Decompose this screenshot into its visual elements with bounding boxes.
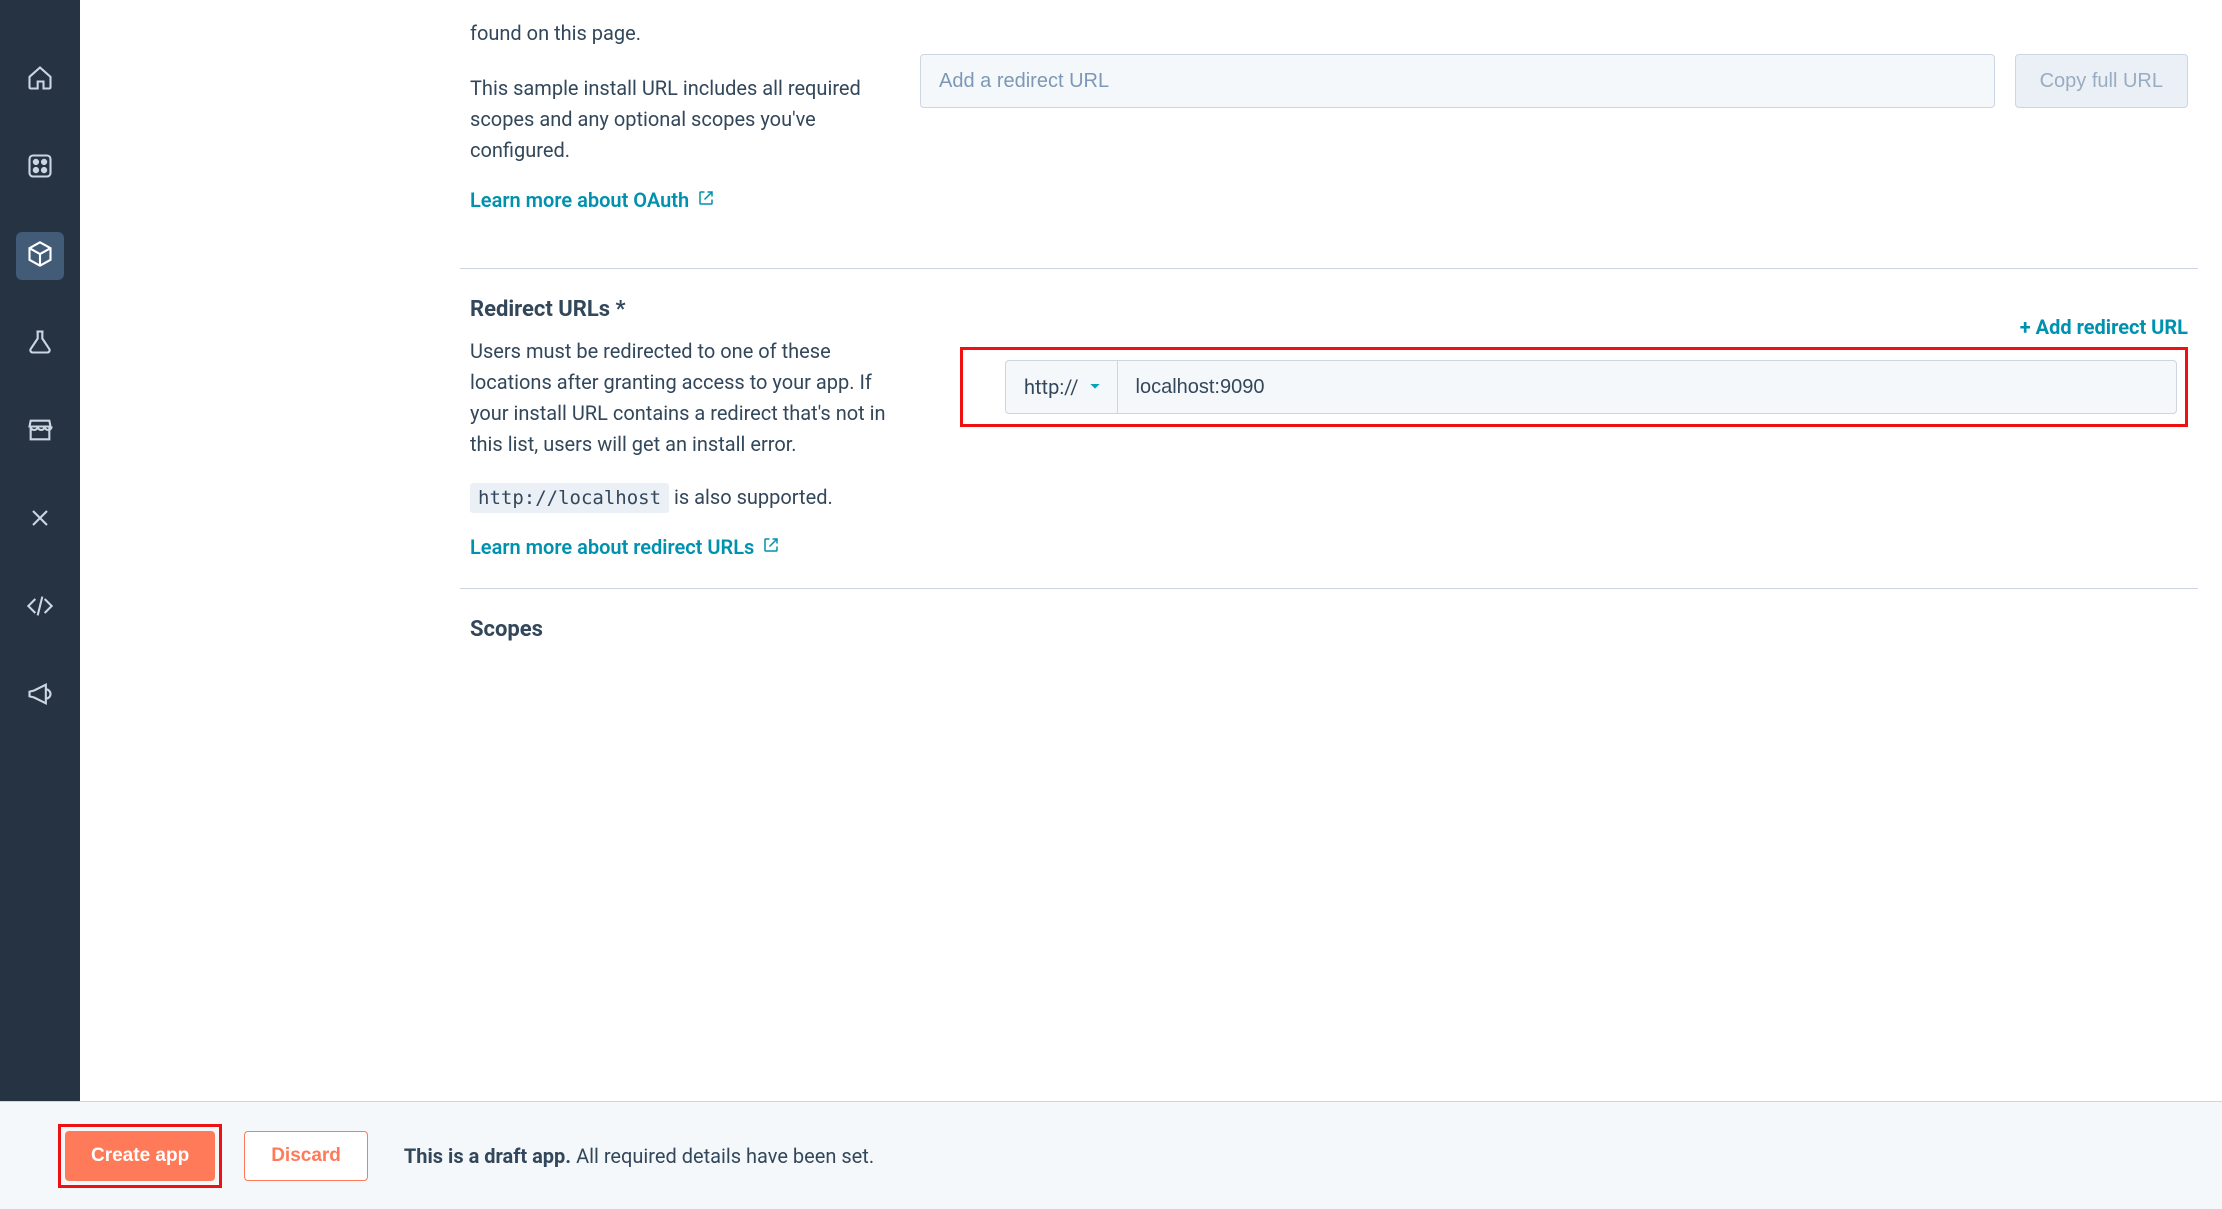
scopes-section: Scopes (460, 588, 2198, 660)
redirect-urls-section: Redirect URLs * Users must be redirected… (460, 268, 2198, 588)
footer-status-bold: This is a draft app. (404, 1144, 571, 1168)
install-url-section: found on this page. This sample install … (460, 18, 2198, 268)
localhost-code: http://localhost (470, 483, 669, 513)
nav-code[interactable] (16, 584, 64, 632)
install-desc-line1: found on this page. (470, 18, 910, 49)
nav-megaphone[interactable] (16, 672, 64, 720)
install-desc-line2: This sample install URL includes all req… (470, 73, 910, 166)
footer-bar: Create app Discard This is a draft app. … (0, 1101, 2222, 1209)
nav-store[interactable] (16, 408, 64, 456)
copy-full-url-button[interactable]: Copy full URL (2015, 54, 2188, 108)
footer-status-rest: All required details have been set. (571, 1144, 874, 1168)
code-icon (26, 592, 54, 624)
apps-icon (26, 152, 54, 184)
redirect-url-input[interactable] (1117, 360, 2178, 414)
megaphone-icon (26, 680, 54, 712)
main-panel: found on this page. This sample install … (80, 18, 2222, 1209)
learn-oauth-link[interactable]: Learn more about OAuth (470, 188, 715, 212)
nav-apps[interactable] (16, 144, 64, 192)
nav-package[interactable] (16, 232, 64, 280)
nav-tools[interactable] (16, 496, 64, 544)
redirect-localhost-note: http://localhost is also supported. (470, 482, 910, 513)
store-icon (26, 416, 54, 448)
redirect-urls-desc: Users must be redirected to one of these… (470, 336, 910, 460)
learn-redirect-link[interactable]: Learn more about redirect URLs (470, 535, 780, 559)
protocol-value: http:// (1024, 375, 1079, 399)
package-icon (26, 240, 54, 272)
protocol-select[interactable]: http:// (1005, 360, 1117, 414)
content-area: found on this page. This sample install … (460, 18, 2198, 1101)
create-button-highlight: Create app (58, 1124, 222, 1188)
learn-oauth-label: Learn more about OAuth (470, 188, 689, 212)
tools-icon (26, 504, 54, 536)
home-icon (26, 64, 54, 96)
redirect-input-highlight: http:// (960, 347, 2188, 427)
learn-redirect-label: Learn more about redirect URLs (470, 535, 754, 559)
add-redirect-url-link[interactable]: + Add redirect URL (960, 315, 2188, 339)
external-link-icon (697, 188, 715, 212)
redirect-url-row: http:// (1005, 360, 2177, 414)
flask-icon (26, 328, 54, 360)
chevron-down-icon (1087, 375, 1103, 399)
sidebar-nav (0, 0, 80, 1209)
install-redirect-input[interactable] (920, 54, 1995, 108)
discard-button[interactable]: Discard (244, 1131, 368, 1181)
nav-flask[interactable] (16, 320, 64, 368)
create-app-button[interactable]: Create app (65, 1131, 215, 1181)
nav-home[interactable] (16, 56, 64, 104)
footer-status-msg: This is a draft app. All required detail… (404, 1144, 874, 1168)
external-link-icon (762, 535, 780, 559)
scopes-title: Scopes (470, 617, 2198, 642)
localhost-after: is also supported. (669, 485, 833, 509)
